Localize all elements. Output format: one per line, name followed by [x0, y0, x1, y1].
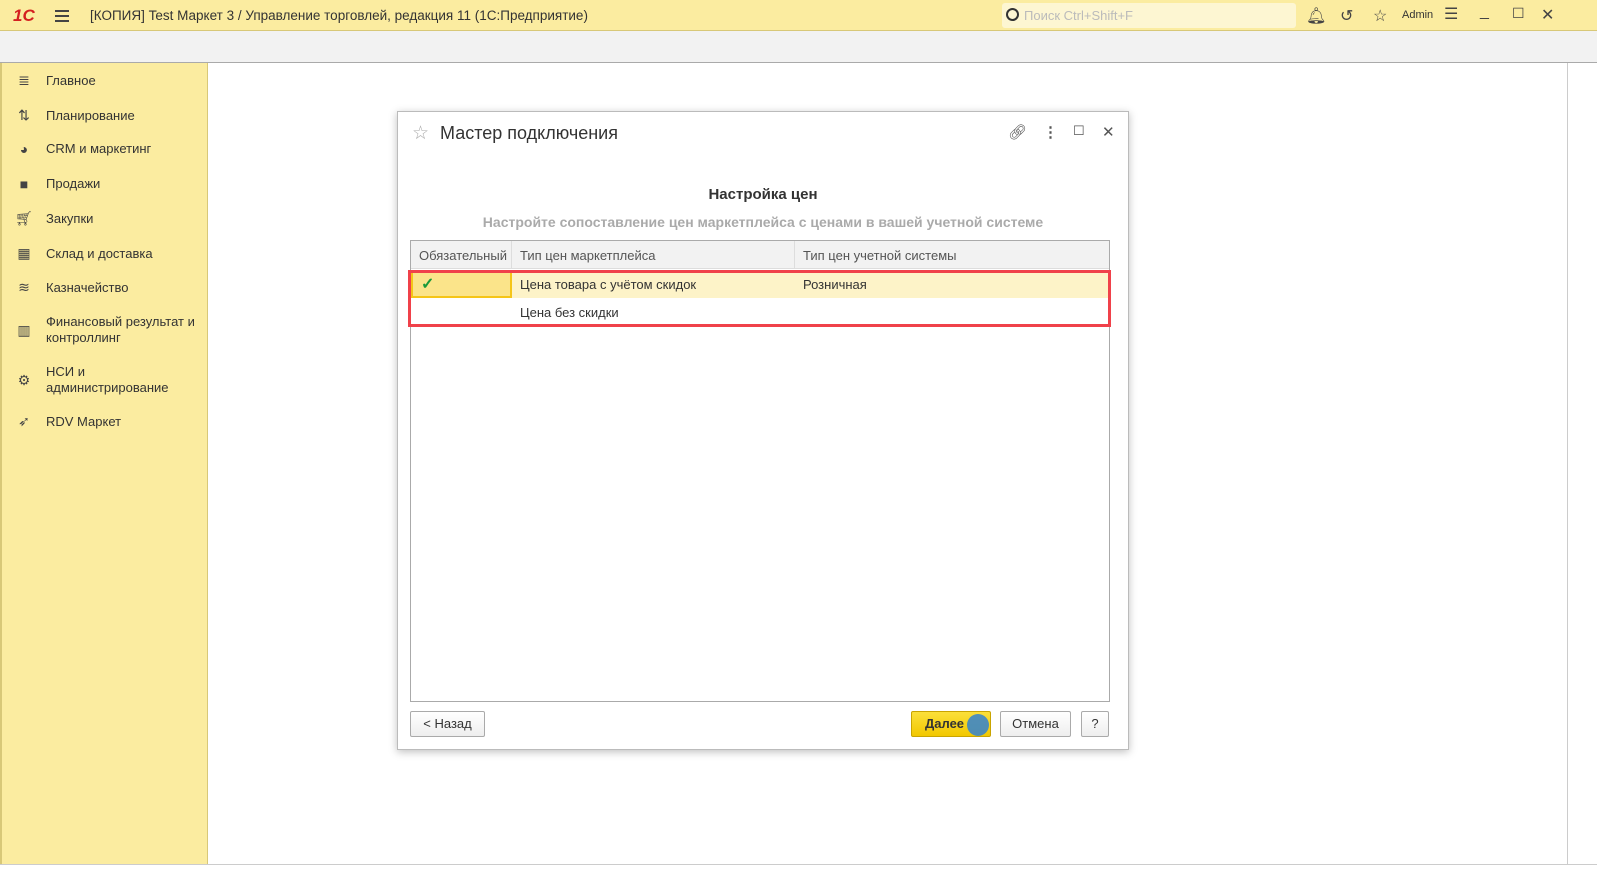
step-heading: Настройка цен	[708, 186, 818, 203]
maximize-icon[interactable]: ☐	[1073, 123, 1085, 139]
planning-icon: ⇅	[18, 107, 30, 123]
sidebar-item-rdv[interactable]: ➶ RDV Маркет	[2, 413, 208, 430]
link-icon[interactable]: 🔗︎	[1008, 123, 1027, 141]
sidebar: ≣ Главное ⇅ Планирование ◕ CRM и маркетинг …	[0, 63, 208, 864]
status-edge	[0, 864, 1597, 881]
cancel-button[interactable]: Отмена	[1000, 711, 1071, 737]
1c-logo: 1С	[13, 6, 35, 25]
search-icon	[1006, 8, 1019, 21]
user-name[interactable]: Admin	[1402, 9, 1433, 21]
sidebar-item-admin[interactable]: ⚙ НСИ и администрирование	[2, 364, 208, 396]
toolbar	[0, 31, 1597, 63]
back-button[interactable]: < Назад	[410, 711, 485, 737]
sidebar-item-sales[interactable]: ■ Продажи	[2, 176, 208, 192]
favorite-star-icon[interactable]: ☆	[412, 122, 429, 145]
menu-icon[interactable]	[55, 10, 69, 25]
help-button[interactable]: ?	[1081, 711, 1109, 737]
close-icon[interactable]: ✕	[1102, 123, 1115, 141]
table-header: Обязательный Тип цен маркетплейса Тип це…	[411, 241, 1109, 269]
bell-icon[interactable]: 🔔︎	[1306, 6, 1326, 26]
connection-wizard-dialog: ☆ Мастер подключения 🔗︎ ⋮ ☐ ✕ Настройка …	[397, 111, 1129, 750]
history-icon[interactable]: ↺	[1340, 6, 1353, 26]
more-icon[interactable]: ⋮	[1043, 123, 1058, 141]
title-bar: 1С [КОПИЯ] Test Маркет 3 / Управление то…	[0, 0, 1597, 31]
sidebar-item-purchases[interactable]: 🛒︎ Закупки	[2, 210, 208, 227]
column-marketplace-price[interactable]: Тип цен маркетплейса	[512, 241, 795, 268]
bar-chart-icon: ▥	[17, 321, 31, 338]
bag-icon: ■	[19, 176, 29, 192]
sidebar-item-crm[interactable]: ◕ CRM и маркетинг	[2, 141, 208, 157]
search-input[interactable]: Поиск Ctrl+Shift+F	[1002, 3, 1296, 28]
highlight-annotation	[408, 270, 1111, 327]
sidebar-item-treasury[interactable]: ≋ Казначейство	[2, 279, 208, 296]
click-cursor-indicator	[967, 714, 989, 736]
cart-icon: 🛒︎	[15, 210, 33, 226]
sidebar-item-warehouse[interactable]: ▦ Склад и доставка	[2, 245, 208, 262]
settings-menu-icon[interactable]: ☰	[1444, 4, 1458, 24]
step-subheading: Настройте сопоставление цен маркетплейса…	[482, 214, 1044, 230]
warehouse-icon: ▦	[17, 245, 31, 261]
pie-chart-icon: ◕	[19, 141, 29, 157]
column-system-price[interactable]: Тип цен учетной системы	[795, 241, 1109, 268]
dialog-title: Мастер подключения	[440, 123, 618, 143]
rocket-icon: ➶	[18, 413, 30, 429]
sidebar-item-planning[interactable]: ⇅ Планирование	[2, 107, 208, 124]
minimize-icon[interactable]: _	[1480, 3, 1489, 21]
column-required[interactable]: Обязательный	[411, 241, 512, 268]
gear-icon: ⚙	[17, 371, 31, 388]
window-edge	[1567, 63, 1597, 864]
sidebar-item-finance[interactable]: ▥ Финансовый результат и контроллинг	[2, 314, 208, 346]
close-icon[interactable]: ✕	[1541, 5, 1554, 25]
star-icon[interactable]: ☆	[1373, 6, 1387, 26]
window-title: [КОПИЯ] Test Маркет 3 / Управление торго…	[90, 8, 588, 23]
sidebar-item-main[interactable]: ≣ Главное	[2, 72, 208, 89]
list-icon: ≣	[18, 72, 30, 88]
maximize-icon[interactable]: ☐	[1512, 5, 1525, 22]
coins-icon: ≋	[18, 279, 30, 295]
